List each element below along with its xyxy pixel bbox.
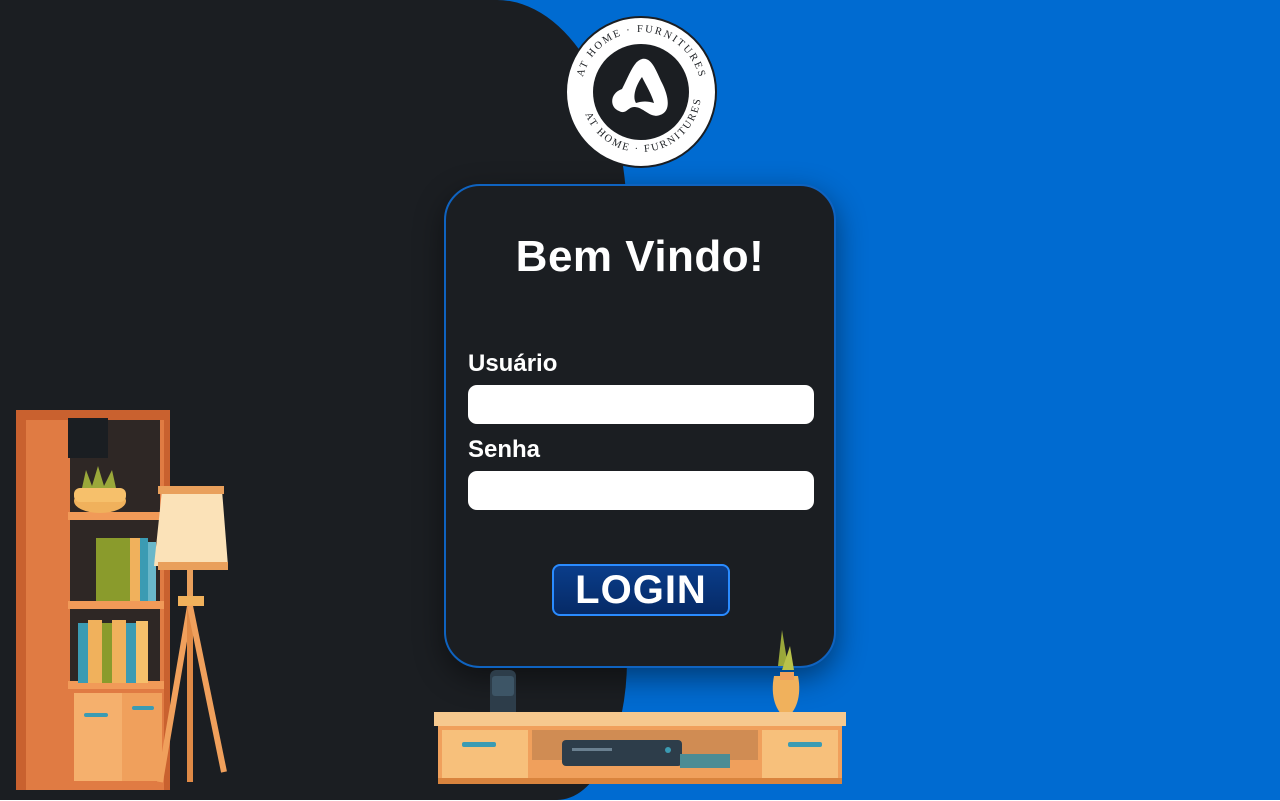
welcome-title: Bem Vindo! [515,232,765,281]
login-card: Bem Vindo! Usuário Senha LOGIN [444,184,836,668]
password-label: Senha [468,436,541,463]
plant-vase-icon [772,630,800,718]
brand-logo: AT HOME · FURNITURES AT HOME · FURNITURE… [564,15,718,169]
bookshelf-icon [12,408,172,798]
login-button[interactable]: LOGIN [552,564,730,616]
tv-stand-icon [432,626,848,801]
password-input[interactable] [468,471,814,510]
set-top-box-icon [562,740,682,766]
username-input[interactable] [468,385,814,424]
smart-speaker-icon [490,670,516,718]
floor-lamp-icon [150,482,232,792]
username-label: Usuário [468,350,558,377]
